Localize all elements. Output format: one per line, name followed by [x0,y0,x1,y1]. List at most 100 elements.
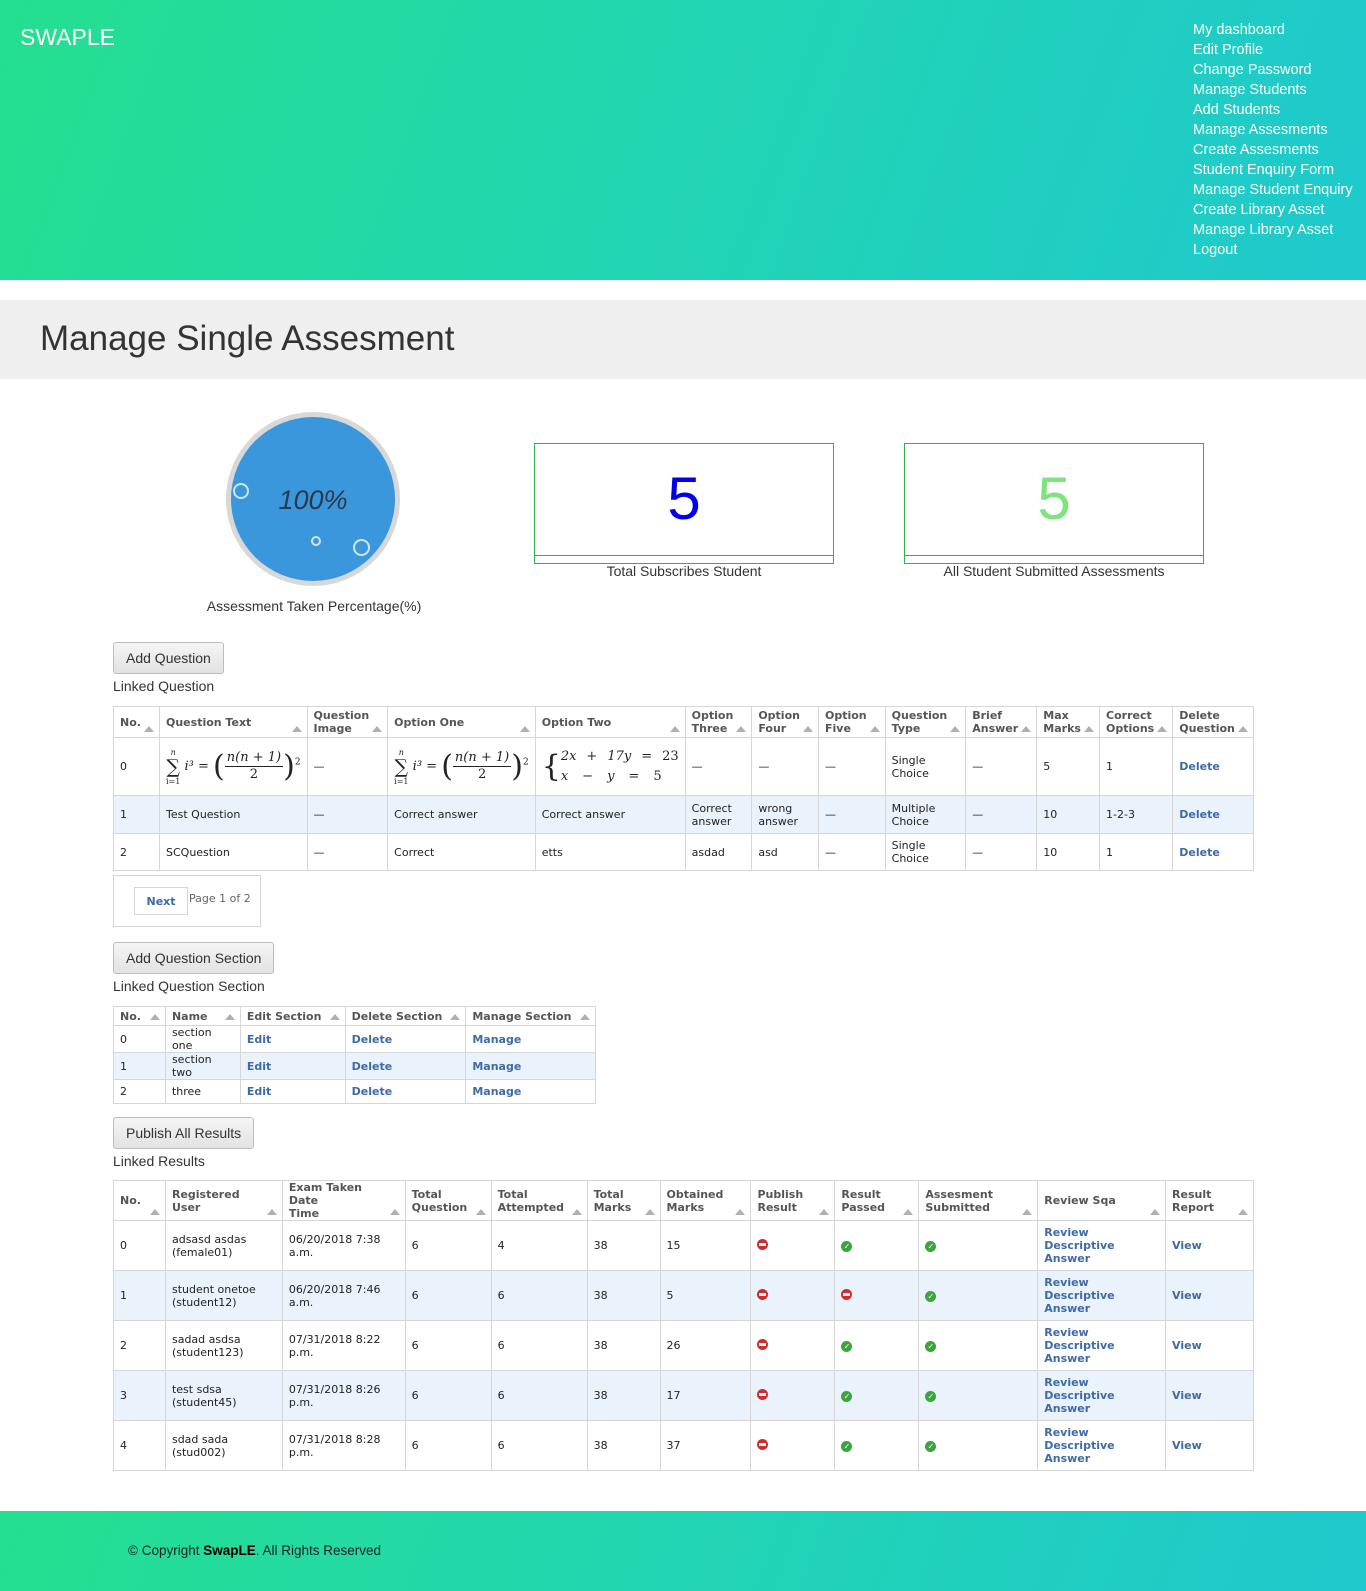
col-header[interactable]: Question Text [159,706,308,738]
sort-icon[interactable] [903,1209,914,1215]
sort-icon[interactable] [735,1209,746,1215]
col-header[interactable]: Exam Taken Date Time [281,1180,406,1221]
review-descriptive-answer-link[interactable]: Review Descriptive Answer [1044,1426,1114,1465]
sort-icon[interactable] [149,1014,160,1020]
sort-icon[interactable] [475,1209,486,1215]
col-header[interactable]: Max Marks [1036,706,1101,738]
sort-icon[interactable] [644,1209,655,1215]
col-header[interactable]: Option Two [534,706,686,738]
edit-section-link[interactable]: Edit [247,1085,271,1098]
review-descriptive-answer-link[interactable]: Review Descriptive Answer [1044,1326,1114,1365]
edit-section-link[interactable]: Edit [247,1060,271,1073]
next-page-button[interactable]: Next [134,887,188,915]
col-header[interactable]: Question Image [306,706,389,738]
col-header[interactable]: Option Four [751,706,819,738]
nav-change-password[interactable]: Change Password [1193,62,1312,78]
brand-logo[interactable]: SWAPLE [20,24,115,51]
manage-section-link[interactable]: Manage [472,1060,521,1073]
sort-icon[interactable] [1150,1209,1161,1215]
sort-icon[interactable] [266,1209,277,1215]
nav-create-assesments[interactable]: Create Assesments [1193,142,1319,158]
view-report-link[interactable]: View [1172,1289,1202,1302]
view-report-link[interactable]: View [1172,1339,1202,1352]
col-header[interactable]: Name [164,1006,241,1026]
col-header[interactable]: Option Three [684,706,753,738]
col-header[interactable]: Total Attempted [490,1180,588,1221]
col-header[interactable]: Assesment Submitted [918,1180,1039,1221]
manage-section-link[interactable]: Manage [472,1085,521,1098]
col-header[interactable]: Brief Answer [965,706,1038,738]
sort-icon[interactable] [389,1209,400,1215]
publish-all-results-button[interactable]: Publish All Results [113,1117,255,1149]
delete-question-link[interactable]: Delete [1179,846,1220,859]
col-header[interactable]: Result Passed [834,1180,920,1221]
col-header[interactable]: Delete Section [344,1006,467,1026]
col-header[interactable]: Correct Options [1099,706,1174,738]
col-header[interactable]: Obtained Marks [659,1180,752,1221]
delete-section-link[interactable]: Delete [352,1033,393,1046]
col-header[interactable]: No. [113,1006,166,1026]
add-question-section-button[interactable]: Add Question Section [113,942,275,974]
nav-logout[interactable]: Logout [1193,242,1237,258]
col-header[interactable]: Delete Question [1172,706,1254,738]
col-header[interactable]: Review Sqa [1037,1180,1167,1221]
nav-my-dashboard[interactable]: My dashboard [1193,22,1285,38]
review-descriptive-answer-link[interactable]: Review Descriptive Answer [1044,1276,1114,1315]
nav-create-library-asset[interactable]: Create Library Asset [1193,202,1324,218]
col-header[interactable]: No. [113,1180,166,1221]
sort-icon[interactable] [149,1209,160,1215]
sort-icon[interactable] [329,1014,340,1020]
delete-question-link[interactable]: Delete [1179,760,1220,773]
nav-student-enquiry-form[interactable]: Student Enquiry Form [1193,162,1334,178]
col-header[interactable]: Option Five [817,706,886,738]
manage-section-link[interactable]: Manage [472,1033,521,1046]
sort-icon[interactable] [869,726,880,732]
col-header[interactable]: Question Type [884,706,967,738]
sort-icon[interactable] [1021,726,1032,732]
nav-manage-student-enquiry[interactable]: Manage Student Enquiry [1193,182,1353,198]
col-header[interactable]: Result Report [1165,1180,1254,1221]
nav-edit-profile[interactable]: Edit Profile [1193,42,1263,58]
view-report-link[interactable]: View [1172,1389,1202,1402]
edit-section-link[interactable]: Edit [247,1033,271,1046]
col-header[interactable]: No. [113,706,160,738]
sort-icon[interactable] [950,726,961,732]
sort-icon[interactable] [224,1014,235,1020]
sort-icon[interactable] [571,1209,582,1215]
nav-manage-library-asset[interactable]: Manage Library Asset [1193,222,1333,238]
sort-icon[interactable] [291,726,302,732]
delete-section-link[interactable]: Delete [352,1060,393,1073]
delete-question-link[interactable]: Delete [1179,808,1220,821]
view-report-link[interactable]: View [1172,1439,1202,1452]
col-header[interactable]: Edit Section [239,1006,346,1026]
sort-icon[interactable] [519,726,530,732]
sort-icon[interactable] [669,726,680,732]
delete-section-link[interactable]: Delete [352,1085,393,1098]
review-descriptive-answer-link[interactable]: Review Descriptive Answer [1044,1226,1114,1265]
col-header[interactable]: Total Question [404,1180,492,1221]
sort-icon[interactable] [450,1014,461,1020]
sort-icon[interactable] [819,1209,830,1215]
col-header[interactable]: Registered User [164,1180,283,1221]
nav-manage-students[interactable]: Manage Students [1193,82,1307,98]
nav-add-students[interactable]: Add Students [1193,102,1280,118]
cell-no: 2 [113,1079,166,1104]
col-header[interactable]: Manage Section [465,1006,596,1026]
col-header[interactable]: Publish Result [750,1180,836,1221]
sort-icon[interactable] [802,726,813,732]
nav-manage-assesments[interactable]: Manage Assesments [1193,122,1328,138]
sort-icon[interactable] [372,726,383,732]
add-question-button[interactable]: Add Question [113,642,224,674]
view-report-link[interactable]: View [1172,1239,1202,1252]
col-header[interactable]: Total Marks [586,1180,661,1221]
review-descriptive-answer-link[interactable]: Review Descriptive Answer [1044,1376,1114,1415]
sort-icon[interactable] [580,1014,590,1020]
sort-icon[interactable] [1238,1209,1248,1215]
col-header[interactable]: Option One [387,706,536,738]
sort-icon[interactable] [1022,1209,1033,1215]
sort-icon[interactable] [1084,726,1095,732]
sort-icon[interactable] [144,726,154,732]
sort-icon[interactable] [1157,726,1168,732]
sort-icon[interactable] [1238,726,1248,732]
sort-icon[interactable] [736,726,747,732]
